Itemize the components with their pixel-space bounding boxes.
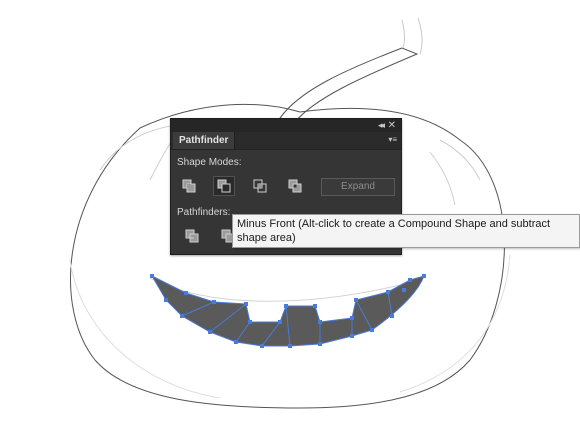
pumpkin-rib-left (99, 125, 173, 181)
expand-button[interactable]: Expand (321, 178, 395, 196)
mouth-shape[interactable] (150, 274, 426, 348)
tab-pathfinder[interactable]: Pathfinder (173, 132, 235, 149)
pathfinders-label: Pathfinders: (177, 207, 231, 218)
tooltip: Minus Front (Alt-click to create a Compo… (232, 214, 580, 248)
intersect-icon (253, 179, 267, 193)
exclude-button[interactable] (284, 176, 306, 196)
panel-menu-icon[interactable]: ▾≡ (388, 135, 397, 145)
minus-front-button[interactable] (213, 176, 235, 196)
close-icon[interactable]: ✕ (388, 119, 396, 132)
intersect-button[interactable] (249, 176, 271, 196)
panel-title-bar[interactable]: ◂◂ ✕ (171, 119, 401, 132)
tooltip-line-2: shape area) (237, 232, 296, 244)
minus-front-icon (217, 179, 231, 193)
pumpkin-stem-shadow (401, 17, 423, 55)
double-chevron-left-icon[interactable]: ◂◂ (378, 119, 385, 132)
pumpkin-stem (279, 47, 419, 123)
divide-button[interactable] (181, 226, 203, 246)
shape-modes-label: Shape Modes: (177, 157, 242, 168)
exclude-icon (288, 179, 302, 193)
unite-icon (182, 179, 196, 193)
divide-icon (185, 229, 199, 243)
panel-tabbar: Pathfinder ▾≡ (171, 132, 401, 150)
unite-button[interactable] (178, 176, 200, 196)
tooltip-line-1: Minus Front (Alt-click to create a Compo… (237, 218, 551, 230)
